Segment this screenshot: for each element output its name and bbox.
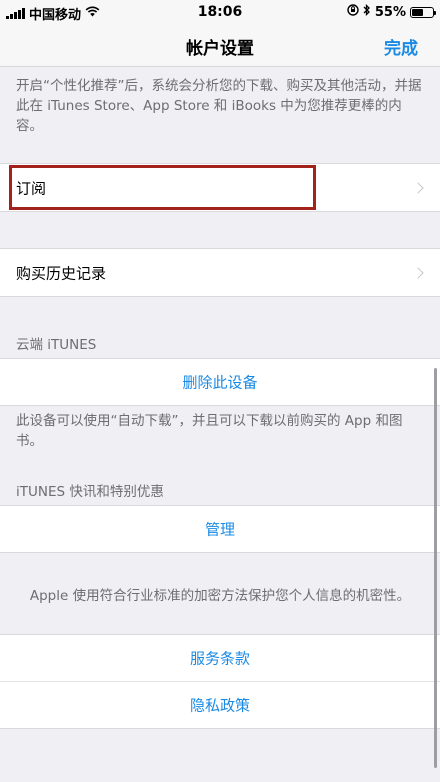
manage-row[interactable]: 管理: [0, 505, 440, 553]
chevron-right-icon: [412, 181, 424, 194]
purchase-history-label: 购买历史记录: [16, 264, 107, 282]
highlight-box: [9, 165, 316, 210]
scroll-indicator[interactable]: [434, 368, 437, 768]
battery-icon: [410, 6, 436, 18]
privacy-note: Apple 使用符合行业标准的加密方法保护您个人信息的机密性。: [29, 588, 411, 604]
page-title: 帐户设置: [186, 39, 254, 59]
orientation-lock-icon: [347, 4, 359, 20]
manage-button[interactable]: 管理: [0, 519, 440, 540]
chevron-right-icon: [412, 266, 424, 279]
done-button[interactable]: 完成: [384, 34, 418, 59]
terms-of-service-link[interactable]: 服务条款: [0, 648, 440, 669]
personalization-note: 开启“个性化推荐”后，系统会分析您的下载、购买及其他活动，并据此在 iTunes…: [16, 78, 422, 134]
navigation-bar: 帐户设置 完成: [0, 24, 440, 67]
remove-device-button[interactable]: 删除此设备: [0, 372, 440, 393]
bluetooth-icon: [363, 3, 371, 20]
terms-row[interactable]: 服务条款: [0, 634, 440, 682]
privacy-policy-row[interactable]: 隐私政策: [0, 681, 440, 729]
status-bar: 中国移动 18:06 55%: [0, 0, 440, 24]
remove-device-row[interactable]: 删除此设备: [0, 358, 440, 406]
cloud-itunes-header: 云端 iTUNES: [16, 337, 97, 353]
auto-download-note: 此设备可以使用“自动下载”，并且可以下载以前购买的 App 和图书。: [16, 413, 403, 449]
privacy-policy-link[interactable]: 隐私政策: [0, 695, 440, 716]
battery-percent: 55%: [374, 4, 406, 20]
purchase-history-row[interactable]: 购买历史记录: [0, 248, 440, 297]
status-right: 55%: [347, 3, 436, 20]
newsletter-header: iTUNES 快讯和特别优惠: [16, 484, 164, 500]
